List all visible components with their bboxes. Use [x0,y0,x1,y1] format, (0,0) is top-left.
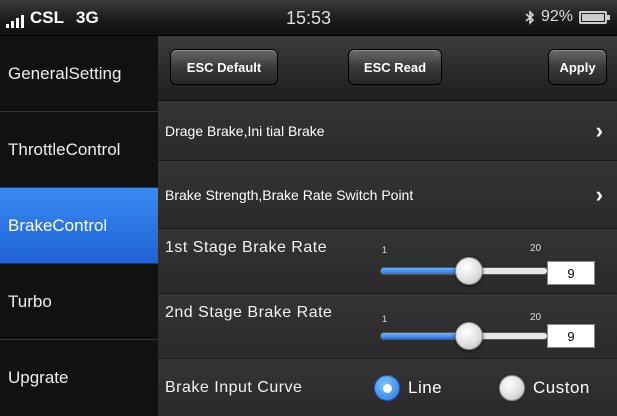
stage2-brake-rate-row: 2nd Stage Brake Rate 1 20 9 [158,294,617,359]
brake-strength-row[interactable]: Brake Strength,Brake Rate Switch Point › [158,161,617,229]
radio-unselected-icon [499,374,525,401]
sidebar-item-brake-control[interactable]: BrakeControl [0,188,158,264]
chevron-right-icon: › [595,181,603,207]
battery-icon [579,10,610,24]
esc-read-button[interactable]: ESC Read [348,49,442,85]
status-icons: 92% [525,8,610,26]
drag-brake-label: Drage Brake,Ini tial Brake [165,122,325,139]
sidebar-item-turbo[interactable]: Turbo [0,264,158,340]
radio-selected-icon [374,374,400,401]
sidebar: GeneralSetting ThrottleControl BrakeCont… [0,36,158,416]
esc-default-button[interactable]: ESC Default [170,49,278,85]
stage2-slider-thumb[interactable] [455,322,483,350]
apply-button[interactable]: Apply [548,49,607,85]
sidebar-item-label: ThrottleControl [8,139,121,159]
stage1-brake-rate-row: 1st Stage Brake Rate 1 20 9 [158,229,617,294]
sidebar-item-upgrate[interactable]: Upgrate [0,340,158,416]
radio-line[interactable]: Line [374,374,443,401]
drag-brake-row[interactable]: Drage Brake,Ini tial Brake › [158,101,617,161]
slider-max-label: 20 [530,243,542,254]
brake-input-curve-row: Brake Input Curve Line Custon [158,359,617,416]
radio-custom-label: Custon [533,377,590,397]
slider-max-label: 20 [530,312,542,323]
radio-line-label: Line [408,377,443,397]
status-bar: CSL 3G 15:53 92% [0,0,617,36]
brake-strength-label: Brake Strength,Brake Rate Switch Point [165,186,414,203]
slider-min-label: 1 [382,314,388,324]
sidebar-item-label: BrakeControl [8,215,108,235]
stage1-slider-thumb[interactable] [455,257,483,285]
stage1-label: 1st Stage Brake Rate [165,239,328,256]
stage1-value-field[interactable]: 9 [547,261,595,285]
radio-custom[interactable]: Custon [499,374,590,401]
toolbar: ESC Default ESC Read Apply [158,36,617,101]
battery-percent: 92% [540,8,573,25]
sidebar-item-throttle-control[interactable]: ThrottleControl [0,112,158,188]
slider-min-label: 1 [382,245,388,255]
brake-input-curve-label: Brake Input Curve [165,378,303,396]
sidebar-item-label: GeneralSetting [8,63,122,83]
sidebar-item-general-setting[interactable]: GeneralSetting [0,36,158,112]
bluetooth-icon [525,9,535,25]
brake-control-panel: ESC Default ESC Read Apply Drage Brake,I… [158,36,617,416]
sidebar-item-label: Upgrate [8,368,69,387]
sidebar-item-label: Turbo [8,291,52,311]
chevron-right-icon: › [595,117,603,143]
stage2-value-field[interactable]: 9 [547,324,595,348]
stage2-label: 2nd Stage Brake Rate [165,304,333,321]
